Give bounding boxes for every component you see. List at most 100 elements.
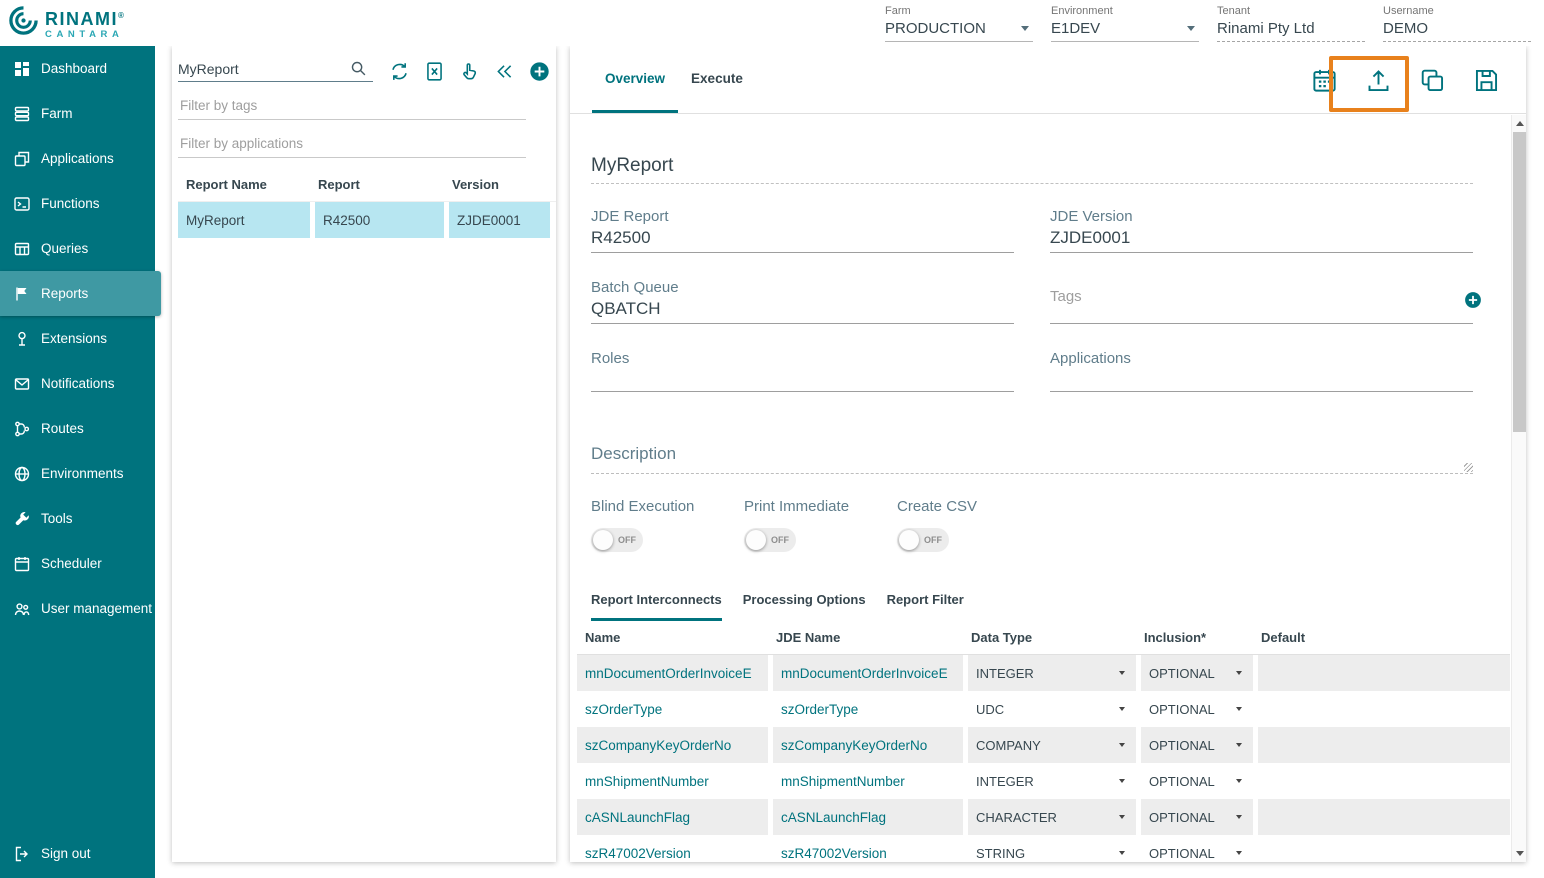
vertical-scrollbar[interactable] [1511, 115, 1526, 862]
sidebar-item-label: Reports [41, 286, 88, 301]
sidebar-item-extensions[interactable]: Extensions [0, 316, 155, 361]
tab-overview[interactable]: Overview [592, 46, 678, 113]
chevron-down-icon [1119, 851, 1125, 855]
plus-circle-icon [1464, 291, 1482, 309]
scrollbar-up-button[interactable] [1512, 115, 1527, 132]
print-immediate-toggle[interactable]: OFF [744, 528, 796, 552]
search-input[interactable] [178, 61, 350, 77]
jde-version-field[interactable]: JDE Version ZJDE0001 [1050, 208, 1473, 253]
table-row: mnDocumentOrderInvoiceE mnDocumentOrderI… [577, 655, 1510, 691]
default-cell[interactable] [1253, 655, 1510, 691]
sidebar-item-user-management[interactable]: User management [0, 586, 155, 631]
manual-select-button[interactable] [459, 61, 480, 82]
refresh-button[interactable] [389, 61, 410, 82]
tags-input[interactable] [1050, 288, 1430, 305]
report-row-myreport[interactable]: MyReport R42500 ZJDE0001 [178, 202, 556, 238]
sidebar-item-environments[interactable]: Environments [0, 451, 155, 496]
upload-button[interactable] [1365, 67, 1392, 94]
inclusion-select[interactable]: OPTIONAL [1136, 655, 1253, 691]
functions-icon [13, 195, 30, 212]
excel-export-icon [424, 61, 445, 82]
sidebar-item-applications[interactable]: Applications [0, 136, 155, 181]
tab-execute[interactable]: Execute [678, 46, 756, 113]
sidebar-item-farm[interactable]: Farm [0, 91, 155, 136]
collapse-panel-button[interactable] [494, 61, 515, 82]
sidebar-item-reports[interactable]: Reports [0, 271, 161, 316]
scrollbar-thumb[interactable] [1513, 132, 1526, 432]
applications-field[interactable]: Applications [1050, 350, 1473, 392]
logo-line2: CANTARA [45, 29, 125, 40]
data-type-select[interactable]: UDC [963, 691, 1136, 727]
roles-field[interactable]: Roles [591, 350, 1014, 392]
farm-label: Farm [885, 5, 1033, 17]
add-tag-button[interactable] [1464, 291, 1482, 314]
arrow-down-icon [1516, 851, 1524, 856]
description-label: Description [591, 444, 1473, 464]
sign-out-label: Sign out [41, 846, 91, 861]
sidebar-item-routes[interactable]: Routes [0, 406, 155, 451]
data-type-select[interactable]: CHARACTER [963, 799, 1136, 835]
sidebar-item-label: Dashboard [41, 61, 107, 76]
app-logo: RINAMI® CANTARA [8, 5, 125, 41]
sidebar-item-dashboard[interactable]: Dashboard [0, 46, 155, 91]
table-row: cASNLaunchFlag cASNLaunchFlag CHARACTER … [577, 799, 1510, 835]
jde-report-field[interactable]: JDE Report R42500 [591, 208, 1014, 253]
refresh-icon [389, 61, 410, 82]
farm-select[interactable]: Farm PRODUCTION [885, 5, 1033, 42]
default-cell[interactable] [1253, 727, 1510, 763]
filter-by-applications-input[interactable] [178, 132, 526, 158]
jde-name-cell: cASNLaunchFlag [768, 799, 963, 835]
tags-field[interactable] [1050, 279, 1473, 324]
filter-by-tags-input[interactable] [178, 94, 526, 120]
inclusion-select[interactable]: OPTIONAL [1136, 691, 1253, 727]
sidebar-item-label: Environments [41, 466, 124, 481]
toggle-state: OFF [771, 535, 789, 545]
default-cell[interactable] [1253, 799, 1510, 835]
default-cell[interactable] [1253, 763, 1510, 799]
toggle-knob [593, 530, 613, 550]
export-excel-button[interactable] [424, 61, 445, 82]
add-report-button[interactable] [529, 61, 550, 82]
copy-button[interactable] [1419, 67, 1446, 94]
environment-select[interactable]: Environment E1DEV [1051, 5, 1199, 42]
reports-icon [13, 285, 30, 302]
tab-processing-options[interactable]: Processing Options [743, 592, 866, 621]
sign-out-button[interactable]: Sign out [0, 831, 155, 876]
table-row: szCompanyKeyOrderNo szCompanyKeyOrderNo … [577, 727, 1510, 763]
data-type-select[interactable]: INTEGER [963, 763, 1136, 799]
data-type-select[interactable]: COMPANY [963, 727, 1136, 763]
copy-icon [1419, 67, 1446, 94]
inclusion-select[interactable]: OPTIONAL [1136, 799, 1253, 835]
batch-queue-field[interactable]: Batch Queue QBATCH [591, 279, 1014, 324]
inclusion-select[interactable]: OPTIONAL [1136, 727, 1253, 763]
tab-report-interconnects[interactable]: Report Interconnects [591, 592, 722, 621]
sidebar-item-label: Extensions [41, 331, 107, 346]
name-cell: szOrderType [577, 691, 768, 727]
sidebar-item-label: User management [41, 601, 152, 616]
report-search-field[interactable] [178, 60, 373, 82]
tab-report-filter[interactable]: Report Filter [887, 592, 964, 621]
jde-report-label: JDE Report [591, 208, 1014, 225]
sidebar-item-scheduler[interactable]: Scheduler [0, 541, 155, 586]
sidebar-item-label: Applications [41, 151, 114, 166]
save-button[interactable] [1473, 67, 1500, 94]
sidebar-item-notifications[interactable]: Notifications [0, 361, 155, 406]
create-csv-toggle[interactable]: OFF [897, 528, 949, 552]
default-cell[interactable] [1253, 691, 1510, 727]
default-cell[interactable] [1253, 835, 1510, 862]
data-type-select[interactable]: INTEGER [963, 655, 1136, 691]
name-cell: mnDocumentOrderInvoiceE [577, 655, 768, 691]
description-input[interactable] [591, 464, 1473, 474]
blind-execution-toggle[interactable]: OFF [591, 528, 643, 552]
inclusion-select[interactable]: OPTIONAL [1136, 763, 1253, 799]
inclusion-select[interactable]: OPTIONAL [1136, 835, 1253, 862]
sidebar-item-queries[interactable]: Queries [0, 226, 155, 271]
col-inclusion: Inclusion* [1136, 630, 1253, 645]
roles-value [591, 370, 1014, 392]
scrollbar-down-button[interactable] [1512, 845, 1527, 862]
resize-grip-icon[interactable] [1464, 463, 1473, 472]
schedule-button[interactable] [1311, 67, 1338, 94]
sidebar-item-functions[interactable]: Functions [0, 181, 155, 226]
sidebar-item-tools[interactable]: Tools [0, 496, 155, 541]
data-type-select[interactable]: STRING [963, 835, 1136, 862]
